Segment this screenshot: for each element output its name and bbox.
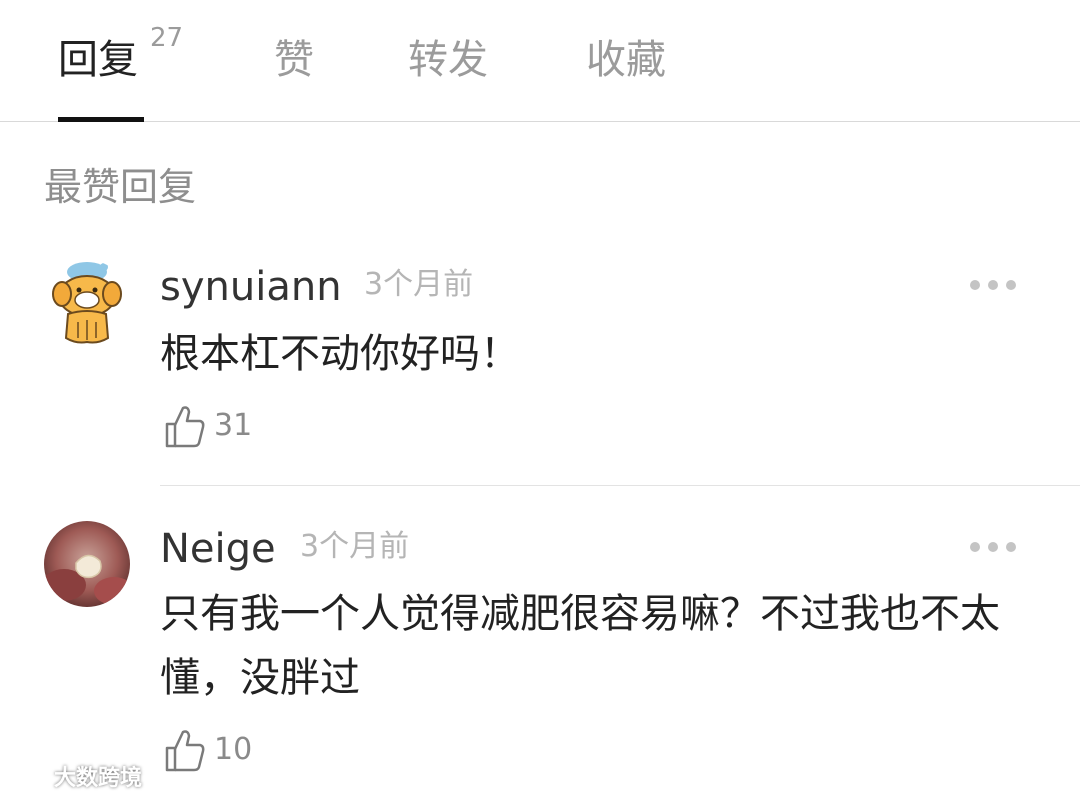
like-button[interactable]: 31 [164, 404, 264, 448]
tab-likes-label: 赞 [274, 37, 314, 83]
comment-text: 只有我一个人觉得减肥很容易嘛？不过我也不太懂，没胖过 [160, 591, 1000, 701]
comment-divider [160, 485, 1080, 486]
like-count: 31 [214, 408, 253, 443]
like-button[interactable]: 10 [164, 728, 264, 772]
like-count: 10 [214, 732, 253, 767]
tab-replies-label: 回复 [58, 37, 138, 83]
active-tab-indicator [58, 117, 144, 122]
tab-replies-count: 27 [150, 23, 184, 53]
tab-favorites[interactable]: 收藏 [586, 32, 666, 92]
thumbs-up-icon [165, 730, 205, 772]
thumbs-up-icon [165, 406, 205, 448]
more-options-icon[interactable] [968, 278, 1018, 290]
tab-reposts-label: 转发 [408, 37, 488, 83]
tab-likes[interactable]: 赞 [274, 32, 314, 92]
comment-time: 3个月前 [364, 267, 474, 302]
watermark-logo-icon [6, 766, 47, 788]
watermark-text: 大数跨境 [54, 766, 143, 791]
cartoon-dog-avatar[interactable] [44, 260, 130, 346]
section-title: 最赞回复 [44, 165, 197, 209]
tab-favorites-label: 收藏 [586, 37, 666, 83]
comment-username[interactable]: synuiann [160, 262, 342, 312]
tab-replies[interactable]: 回复 27 [58, 23, 183, 92]
photo-avatar[interactable] [44, 521, 130, 607]
tab-bar: 回复 27 赞 转发 收藏 [0, 0, 1080, 122]
tab-reposts[interactable]: 转发 [408, 32, 488, 92]
comment-time: 3个月前 [300, 529, 410, 564]
more-options-icon[interactable] [968, 540, 1018, 552]
comment-username[interactable]: Neige [160, 524, 276, 574]
comment-text: 根本杠不动你好吗！ [160, 331, 520, 377]
